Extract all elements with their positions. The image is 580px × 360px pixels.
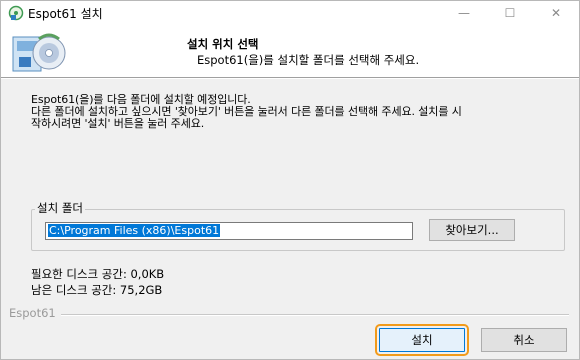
installer-window: Espot61 설치 — ☐ ✕ 설치 위치 선택 Espot61(을)를 설치… (0, 0, 580, 360)
header-divider (1, 77, 579, 78)
installer-box-icon (12, 33, 66, 72)
install-button[interactable]: 설치 (375, 324, 469, 356)
minimize-button[interactable]: — (441, 1, 487, 25)
header-title: 설치 위치 선택 (187, 37, 259, 51)
brand-label: Espot61 (9, 306, 56, 320)
close-button[interactable]: ✕ (533, 1, 579, 25)
installer-app-icon (8, 5, 24, 21)
browse-button[interactable]: 찾아보기... (429, 219, 515, 241)
header-subtitle: Espot61(을)를 설치할 폴더를 선택해 주세요. (197, 53, 420, 67)
footer-divider (61, 314, 569, 315)
title-bar: Espot61 설치 — ☐ ✕ (1, 1, 579, 25)
cancel-button[interactable]: 취소 (481, 328, 567, 352)
maximize-button[interactable]: ☐ (487, 1, 533, 25)
intro-text: Espot61(을)를 다음 폴더에 설치할 예정입니다. 다른 폴더에 설치하… (31, 94, 559, 130)
window-title: Espot61 설치 (28, 7, 103, 21)
required-space-text: 필요한 디스크 공간: 0,0KB (31, 267, 165, 281)
header-panel: 설치 위치 선택 Espot61(을)를 설치할 폴더를 선택해 주세요. (1, 25, 579, 77)
install-path-value: C:\Program Files (x86)\Espot61 (48, 224, 221, 237)
intro-line: 작하시려면 '설치' 버튼을 눌러 주세요. (31, 117, 205, 130)
available-space-text: 남은 디스크 공간: 75,2GB (31, 283, 163, 297)
install-path-input[interactable]: C:\Program Files (x86)\Espot61 (45, 222, 413, 240)
install-folder-legend: 설치 폴더 (35, 200, 85, 216)
